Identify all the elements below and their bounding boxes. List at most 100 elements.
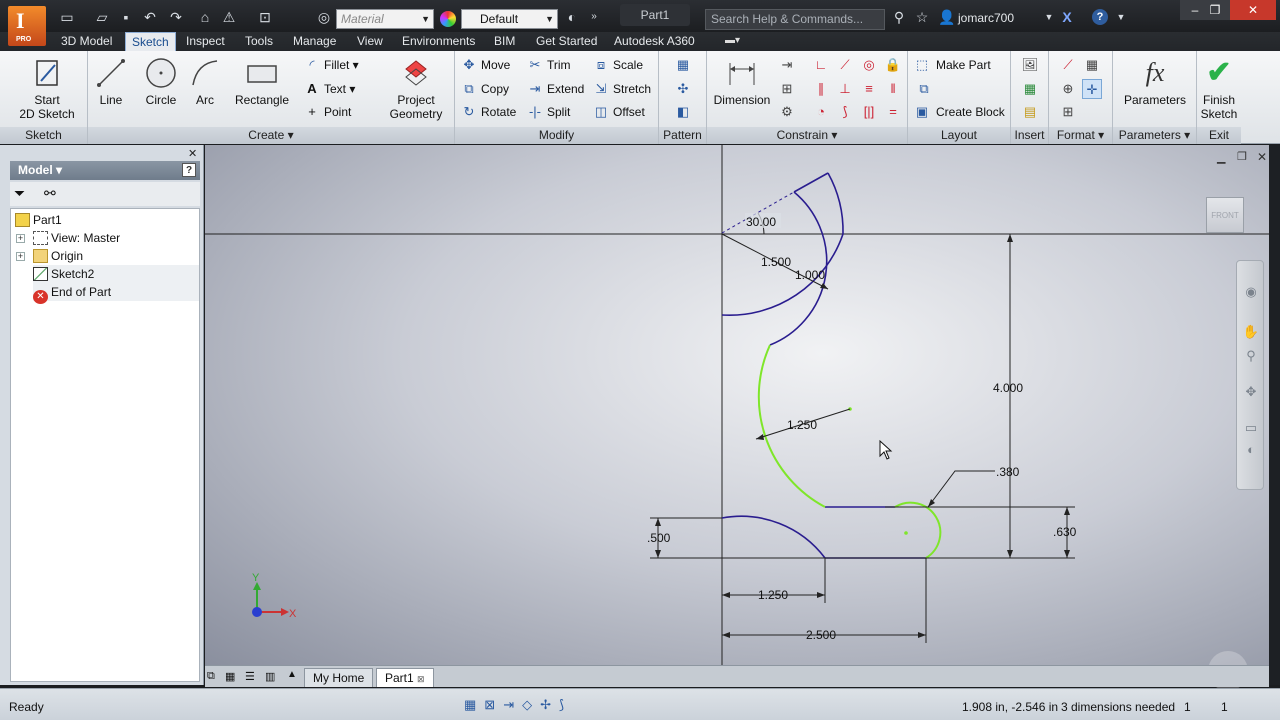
tab-autodesk-a360[interactable]: Autodesk A360 [608,32,701,51]
display-icon[interactable]: ◐ [1242,441,1260,459]
snap-icon[interactable]: ✢ [540,697,559,712]
browser-title[interactable]: Model ▾ ? [10,161,200,180]
open-icon[interactable]: ▱ [93,9,111,25]
tab-bim[interactable]: BIM [488,32,521,51]
tree-node-view[interactable]: View: Master [33,229,120,247]
circle-button[interactable]: Circle [140,57,182,107]
parameters-button[interactable]: fx Parameters [1121,57,1189,107]
close-tab-icon[interactable]: ⊠ [417,674,425,684]
insert-image-icon[interactable]: 🖼 [1020,55,1040,75]
tab-3d-model[interactable]: 3D Model [55,32,118,51]
grid-icon[interactable]: ▦ [225,670,235,683]
tree-node-part[interactable]: Part1 [15,211,62,229]
tree-node-sketch[interactable]: Sketch2 [33,265,199,283]
fix-icon[interactable]: 🔒 [883,55,903,75]
help-icon[interactable]: ? [1092,9,1108,25]
tab-my-home[interactable]: My Home [304,668,374,687]
symmetric-icon[interactable]: [|] [859,102,879,122]
more-icon[interactable]: » [585,9,603,25]
tab-manage[interactable]: Manage [287,32,342,51]
arc-button[interactable]: Arc [188,57,222,107]
trim-button[interactable]: ✂ Trim [527,55,571,75]
isolate-icon[interactable]: ◇ [522,697,540,712]
maximize-button[interactable]: ❐ [1200,0,1230,20]
sketch-grid-icon[interactable]: ▦ [464,697,484,712]
close-button[interactable]: ✕ [1230,0,1276,20]
centerline-icon[interactable]: ▦ [1082,55,1102,75]
new-icon[interactable]: ▭ [58,9,76,25]
split-button[interactable]: -|- Split [527,102,570,122]
color-icon[interactable]: ◎ [315,9,333,25]
tab-view[interactable]: View [351,32,389,51]
start-2d-sketch-button[interactable]: Start 2D Sketch [14,57,80,121]
create-block-button[interactable]: ▣ Create Block [914,102,1005,122]
coincident-icon[interactable]: ∟ [811,55,831,75]
redo-icon[interactable]: ↷ [167,9,185,25]
insert-acad-icon[interactable]: ▤ [1020,102,1040,122]
chevron-down-icon[interactable]: ▼ [1112,9,1130,25]
line-button[interactable]: Line [94,57,128,107]
update-icon[interactable]: ⚠ [220,9,238,25]
browser-close-icon[interactable]: ✕ [188,147,197,160]
tab-get-started[interactable]: Get Started [530,32,603,51]
dimension-button[interactable]: Dimension [711,57,773,107]
tile-icon[interactable]: ⧉ [207,670,215,683]
orbit-icon[interactable]: ✥ [1242,383,1260,401]
window-restore-icon[interactable]: ❐ [1237,150,1247,163]
show-format-icon[interactable]: ⊞ [1058,102,1078,122]
username[interactable]: jomarc700 [958,11,1014,25]
look-at-icon[interactable]: ▭ [1242,419,1260,437]
mirror-icon[interactable]: ◧ [673,102,693,122]
make-components-icon[interactable]: ⧉ [914,79,934,99]
find-icon[interactable]: ⚯ [44,185,56,202]
material-combo[interactable]: Material ▼ [336,9,434,29]
scale-button[interactable]: ⧈ Scale [593,55,643,75]
tab-sketch[interactable]: Sketch [125,32,176,51]
home-icon[interactable]: ⌂ [196,9,214,25]
window-close-icon[interactable]: ✕ [1257,150,1267,164]
collinear-icon[interactable]: ⟋ [835,55,855,75]
sketch-geometry[interactable]: 30.00 1.500 1.000 1.250 4.000 .380 .630 … [205,145,1269,665]
center-point-icon[interactable]: ⊕ [1058,79,1078,99]
relax-icon[interactable]: ⟆ [559,697,572,712]
construction-icon[interactable]: ⟋ [1058,55,1078,75]
rectangle-button[interactable]: Rectangle [232,57,292,107]
rectangular-pattern-icon[interactable]: ▦ [673,55,693,75]
extend-button[interactable]: ⇥ Extend [527,79,585,99]
columns-icon[interactable]: ▥ [265,670,275,683]
tab-inspect[interactable]: Inspect [180,32,231,51]
tree-node-origin[interactable]: Origin [33,247,83,265]
parallel-icon[interactable]: ∥ [811,79,831,99]
tree-node-end-of-part[interactable]: ✕ End of Part [33,283,199,304]
make-part-button[interactable]: ⬚ Make Part [914,55,991,75]
perpendicular-icon[interactable]: ⊥ [835,79,855,99]
offset-button[interactable]: ◫ Offset [593,102,645,122]
list-icon[interactable]: ☰ [245,670,255,683]
vertical-icon[interactable]: ‖ [883,79,903,99]
viewcube[interactable]: FRONT [1206,197,1244,233]
graphics-window[interactable]: 30.00 1.500 1.000 1.250 4.000 .380 .630 … [205,145,1269,691]
constraint-settings-icon[interactable]: ⚙ [777,102,797,122]
circular-pattern-icon[interactable]: ✣ [673,79,693,99]
chevron-down-icon[interactable]: ▼ [1040,9,1058,25]
tab-tools[interactable]: Tools [239,32,279,51]
search-go-icon[interactable]: ⚲ [890,9,908,25]
adjust-icon[interactable]: ◐ [563,9,581,25]
select-icon[interactable]: ⊡ [256,9,274,25]
auto-dimension-icon[interactable]: ⇥ [777,55,797,75]
pan-icon[interactable]: ✋ [1242,323,1260,341]
expand-icon[interactable]: + [16,252,25,261]
tab-part1[interactable]: Part1 ⊠ [376,668,434,687]
expand-icon[interactable]: + [16,234,25,243]
exchange-icon[interactable]: X [1058,9,1076,25]
save-icon[interactable]: ▪ [117,9,135,25]
undo-icon[interactable]: ↶ [141,9,159,25]
window-min-icon[interactable]: ▁ [1217,151,1225,164]
constraints-icon[interactable]: ⊠ [484,697,503,712]
stretch-button[interactable]: ⇲ Stretch [593,79,651,99]
smooth-icon[interactable]: ⟆ [835,102,855,122]
search-input[interactable]: Search Help & Commands... [705,9,885,30]
rotate-button[interactable]: ↻ Rotate [461,102,517,122]
appearance-combo[interactable]: Default ▼ [461,9,558,29]
fillet-button[interactable]: ◜ Fillet ▾ [304,55,358,75]
